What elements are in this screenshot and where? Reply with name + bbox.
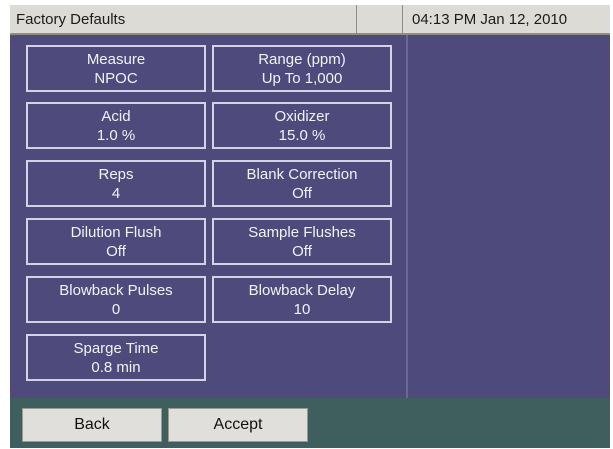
setting-label: Blank Correction [246, 166, 358, 183]
setting-dilution-flush[interactable]: Dilution Flush Off [26, 218, 206, 265]
setting-label: Range (ppm) [258, 51, 346, 68]
setting-value: 0.8 min [91, 359, 141, 376]
setting-label: Blowback Delay [248, 282, 356, 299]
setting-label: Sparge Time [73, 340, 159, 357]
title-divider [402, 5, 403, 33]
setting-label: Reps [98, 166, 134, 183]
setting-value: 1.0 % [96, 127, 136, 144]
datetime-display: 04:13 PM Jan 12, 2010 [412, 11, 568, 28]
setting-label: Oxidizer [274, 108, 330, 125]
setting-value: NPOC [94, 70, 138, 87]
setting-value: Off [106, 243, 126, 260]
screen-title: Factory Defaults [16, 11, 126, 28]
setting-reps[interactable]: Reps 4 [26, 160, 206, 207]
setting-measure[interactable]: Measure NPOC [26, 45, 206, 92]
setting-value: 10 [293, 301, 311, 318]
setting-value: Off [292, 243, 312, 260]
setting-blowback-delay[interactable]: Blowback Delay 10 [212, 276, 392, 323]
title-divider [356, 5, 357, 33]
setting-value: Off [292, 185, 312, 202]
accept-button[interactable]: Accept [168, 408, 308, 442]
setting-blank-correction[interactable]: Blank Correction Off [212, 160, 392, 207]
back-button[interactable]: Back [22, 408, 162, 442]
title-bar: Factory Defaults 04:13 PM Jan 12, 2010 [10, 5, 610, 35]
setting-label: Measure [86, 51, 146, 68]
setting-value: 0 [111, 301, 121, 318]
panel-divider [406, 35, 408, 398]
setting-label: Dilution Flush [70, 224, 162, 241]
setting-value: Up To 1,000 [261, 70, 343, 87]
setting-label: Acid [101, 108, 131, 125]
setting-blowback-pulses[interactable]: Blowback Pulses 0 [26, 276, 206, 323]
setting-label: Sample Flushes [248, 224, 356, 241]
bottom-toolbar: Back Accept [10, 398, 610, 448]
instrument-screen: Factory Defaults 04:13 PM Jan 12, 2010 M… [10, 5, 610, 448]
setting-acid[interactable]: Acid 1.0 % [26, 102, 206, 149]
setting-sparge-time[interactable]: Sparge Time 0.8 min [26, 334, 206, 381]
setting-value: 15.0 % [278, 127, 326, 144]
setting-oxidizer[interactable]: Oxidizer 15.0 % [212, 102, 392, 149]
setting-sample-flushes[interactable]: Sample Flushes Off [212, 218, 392, 265]
setting-value: 4 [111, 185, 121, 202]
setting-label: Blowback Pulses [59, 282, 173, 299]
setting-range[interactable]: Range (ppm) Up To 1,000 [212, 45, 392, 92]
